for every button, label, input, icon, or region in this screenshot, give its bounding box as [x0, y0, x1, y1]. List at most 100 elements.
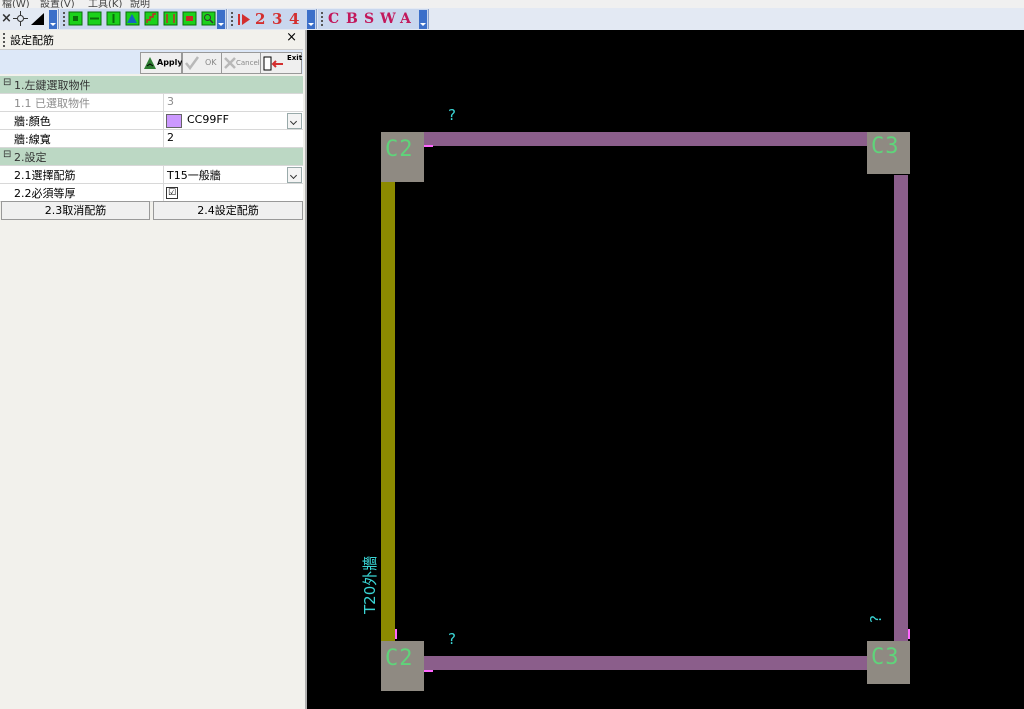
color-dropdown-button[interactable] — [287, 113, 302, 129]
property-key: 2.1選擇配筋 — [14, 169, 76, 182]
wall-end-marker — [395, 629, 397, 639]
slab-type-button[interactable]: S — [364, 9, 374, 29]
toolbar-dropdown-3[interactable] — [307, 10, 315, 29]
toolbar-group-floors: 2 3 4 — [228, 9, 317, 29]
wall-left-selected[interactable] — [381, 182, 395, 642]
wall-right-annotation: ? — [866, 615, 885, 623]
ok-button[interactable]: OK — [182, 52, 222, 74]
property-value: CC99FF — [187, 113, 230, 126]
toolbar-group-objects — [60, 9, 227, 29]
panel-title-bar: 設定配筋 × — [0, 30, 303, 50]
column-label: C3 — [871, 645, 900, 670]
apply-button[interactable]: Apply — [140, 52, 183, 74]
cross-icon[interactable]: × — [1, 9, 12, 29]
column-top-right[interactable]: C3 — [867, 132, 910, 174]
cad-canvas[interactable]: C2 C3 C2 C3 ? ? ? T20外牆 — [307, 30, 1024, 709]
panel-grip[interactable] — [3, 33, 5, 47]
slab-icon[interactable] — [125, 11, 140, 26]
section-expander-icon[interactable]: ⊟ — [3, 77, 11, 88]
zoom-icon[interactable] — [201, 11, 216, 26]
color-swatch — [166, 114, 182, 128]
play-floor-icon[interactable] — [237, 12, 252, 27]
cancel-rebar-button[interactable]: 2.3取消配筋 — [1, 201, 150, 220]
rebar-icon[interactable] — [163, 11, 178, 26]
property-row-rebar-type[interactable]: 2.1選擇配筋 T15一般牆 — [0, 166, 303, 184]
floor-2-button[interactable]: 2 — [255, 9, 265, 29]
property-value: T15一般牆 — [167, 169, 221, 182]
property-key: 1.1 已選取物件 — [14, 97, 90, 110]
menu-bar: 檔(W) 設置(V) 工具(K) 說明 — [0, 0, 1024, 8]
all-type-button[interactable]: A — [400, 9, 411, 29]
beam-green-icon[interactable] — [87, 11, 102, 26]
section-label: 2.設定 — [14, 151, 47, 164]
cancel-x-icon — [224, 57, 236, 69]
column-top-left[interactable]: C2 — [381, 132, 424, 182]
menu-file[interactable]: 檔(W) — [2, 0, 30, 8]
menu-tools[interactable]: 工具(K) — [88, 0, 122, 8]
section-expander-icon[interactable]: ⊟ — [3, 149, 11, 160]
panel-title: 設定配筋 — [10, 34, 54, 47]
grid-divider — [163, 184, 164, 201]
panel-button-bar: Apply OK Cancel Exit — [0, 50, 303, 74]
menu-settings[interactable]: 設置(V) — [40, 0, 75, 8]
menu-help[interactable]: 說明 — [130, 0, 150, 8]
ok-label: OK — [205, 58, 217, 67]
column-green-icon[interactable] — [68, 11, 83, 26]
equal-thickness-checkbox[interactable]: ☑ — [166, 187, 178, 199]
column-type-button[interactable]: C — [328, 9, 339, 29]
check-icon — [185, 56, 199, 70]
exit-button[interactable]: Exit — [260, 52, 302, 74]
cancel-button[interactable]: Cancel — [221, 52, 261, 74]
property-row-selected-count[interactable]: 1.1 已選取物件 3 — [0, 94, 303, 112]
section-select-objects[interactable]: ⊟ 1.左鍵選取物件 — [0, 76, 303, 94]
wall-end-marker — [908, 629, 910, 639]
property-key: 牆:線寬 — [14, 133, 51, 146]
toolbar-dropdown-1[interactable] — [49, 10, 57, 29]
apply-label: Apply — [157, 58, 183, 67]
opening-icon[interactable] — [182, 11, 197, 26]
wall-top-annotation: ? — [448, 106, 456, 124]
floor-3-button[interactable]: 3 — [272, 9, 282, 29]
cancel-label: Cancel — [236, 59, 260, 67]
wall-right[interactable] — [894, 175, 908, 657]
slope-icon[interactable] — [30, 11, 45, 26]
snap-point-icon[interactable] — [13, 11, 28, 26]
wall-end-marker — [423, 145, 433, 147]
toolbar-dropdown-4[interactable] — [419, 10, 427, 29]
column-bottom-right[interactable]: C3 — [867, 641, 910, 684]
toolbar-dropdown-2[interactable] — [217, 10, 225, 29]
wall-left-label: T20外牆 — [361, 555, 379, 614]
wall-bottom[interactable] — [397, 656, 891, 670]
stair-icon[interactable] — [144, 11, 159, 26]
grid-divider — [163, 166, 164, 183]
rebar-type-dropdown-button[interactable] — [287, 167, 302, 183]
beam-type-button[interactable]: B — [346, 9, 358, 29]
column-label: C3 — [871, 134, 900, 159]
toolbar-grip[interactable] — [231, 12, 233, 26]
column-label: C2 — [385, 137, 414, 162]
property-row-equal-thickness[interactable]: 2.2必須等厚 ☑ — [0, 184, 303, 202]
property-value[interactable]: 2 — [167, 131, 174, 144]
set-rebar-button[interactable]: 2.4設定配筋 — [153, 201, 303, 220]
rebar-settings-panel: 設定配筋 × Apply OK Cancel Exit ⊟ 1.左鍵選取物件 1… — [0, 30, 307, 709]
wall-end-marker — [423, 670, 433, 672]
property-row-wall-color[interactable]: 牆:顏色 CC99FF — [0, 112, 303, 130]
grid-divider — [163, 130, 164, 147]
toolbar-grip[interactable] — [63, 12, 65, 26]
apply-icon — [144, 57, 156, 69]
exit-label: Exit — [287, 54, 303, 62]
section-settings[interactable]: ⊟ 2.設定 — [0, 148, 303, 166]
floor-4-button[interactable]: 4 — [289, 9, 299, 29]
column-label: C2 — [385, 646, 414, 671]
toolbar-grip[interactable] — [321, 12, 323, 26]
wall-green-icon[interactable] — [106, 11, 121, 26]
panel-close-button[interactable]: × — [286, 30, 297, 45]
property-row-wall-linewidth[interactable]: 牆:線寬 2 — [0, 130, 303, 148]
wall-top[interactable] — [397, 132, 891, 146]
column-bottom-left[interactable]: C2 — [381, 641, 424, 691]
toolbar-group-cursor: × — [0, 9, 59, 29]
wall-type-button[interactable]: W — [380, 9, 396, 29]
wall-bottom-annotation: ? — [448, 630, 456, 648]
toolbar-group-types: C B S W A — [318, 9, 429, 29]
grid-divider — [163, 112, 164, 129]
